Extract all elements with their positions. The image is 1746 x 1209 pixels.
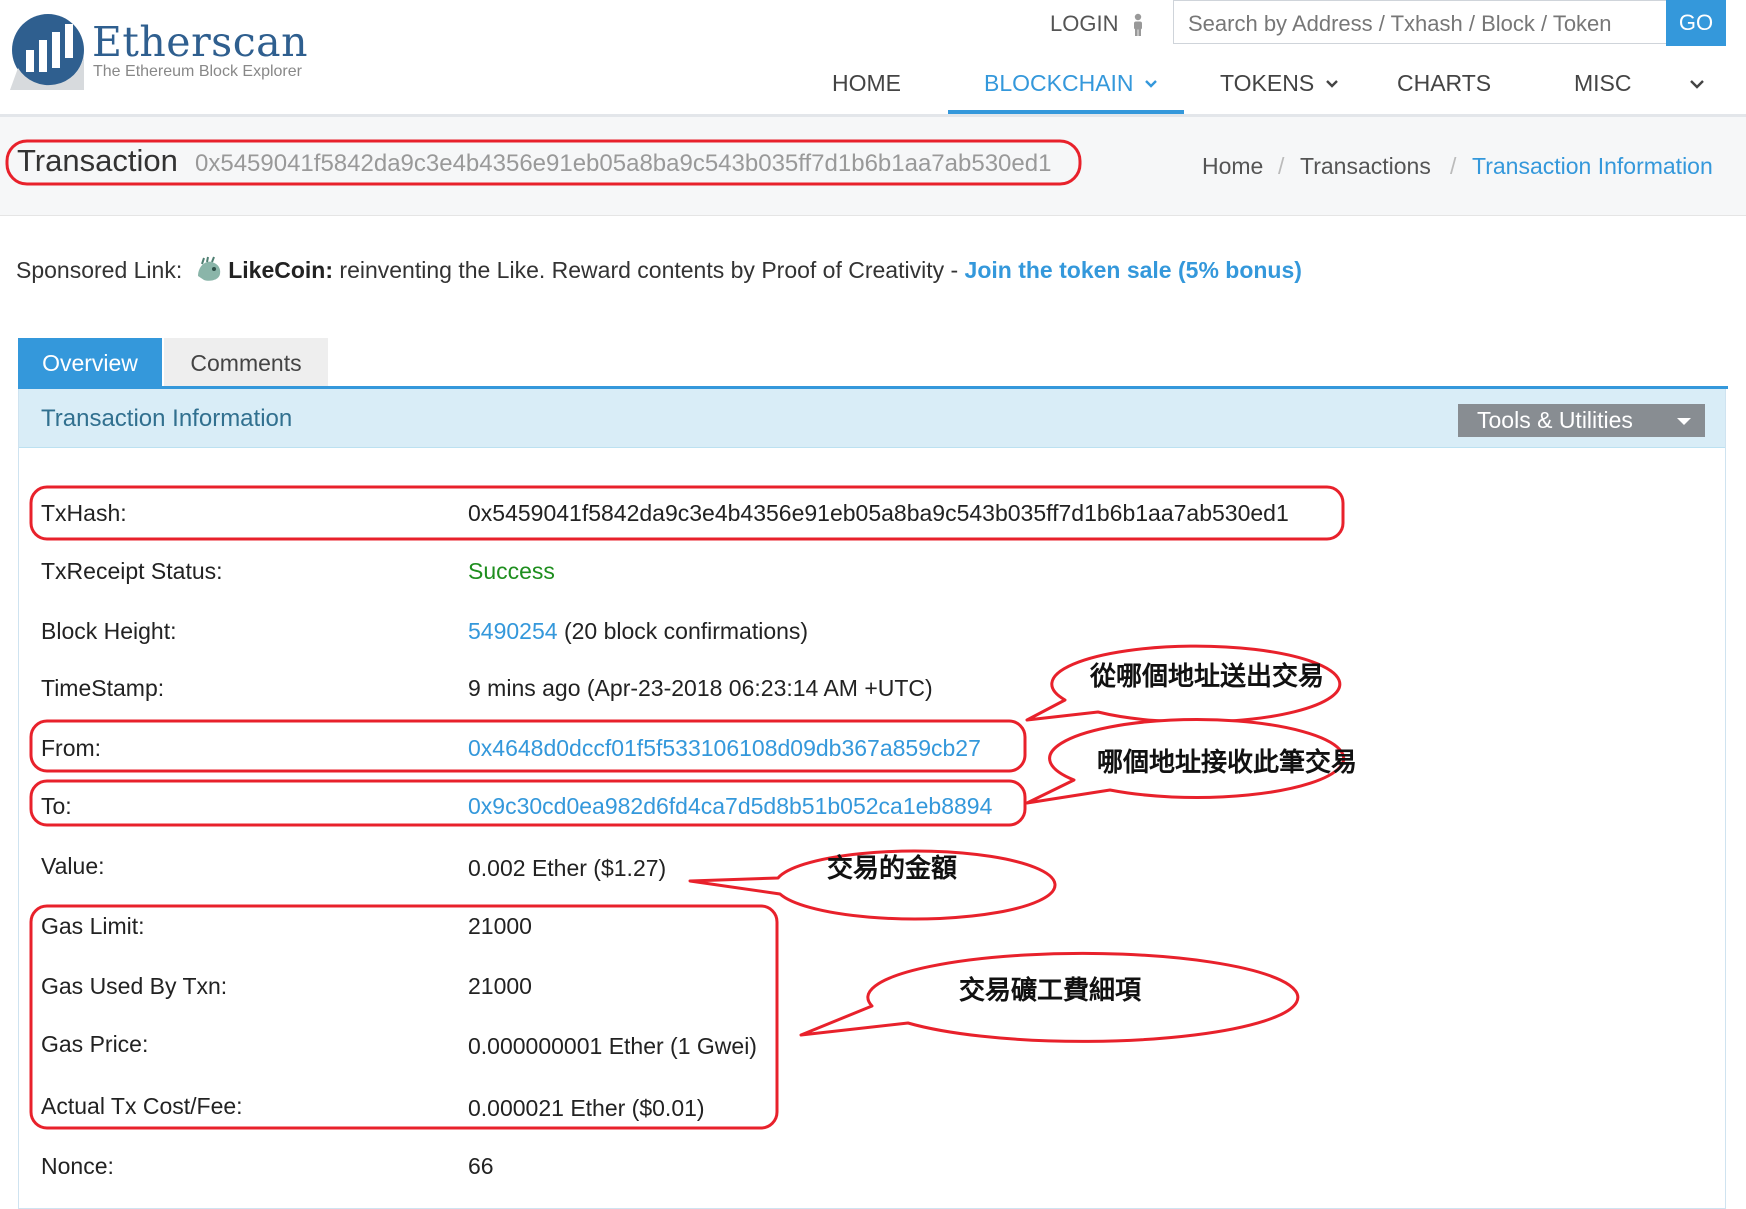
block-height-link[interactable]: 5490254 [468,618,558,644]
gas-limit-value: 21000 [468,913,532,939]
chevron-down-icon [1145,80,1157,88]
nav-active-underline [948,110,1184,114]
sponsored-cta-link[interactable]: Join the token sale (5% bonus) [965,257,1302,283]
breadcrumb-home[interactable]: Home [1202,153,1263,180]
sponsored-label: Sponsored Link: [16,257,183,283]
from-label: From: [41,735,102,761]
nav-misc[interactable]: MISC [1574,70,1632,97]
txhash-value: 0x5459041f5842da9c3e4b4356e91eb05a8ba9c5… [468,500,1289,526]
tools-utilities-label: Tools & Utilities [1477,407,1633,433]
go-button[interactable]: GO [1666,0,1726,46]
timestamp-label: TimeStamp: [41,675,165,701]
nonce-value: 66 [468,1153,494,1179]
user-icon[interactable] [1130,13,1146,37]
chevron-down-icon [1325,80,1338,88]
nav-home[interactable]: HOME [832,70,901,97]
block-confirmations: (20 block confirmations) [563,618,809,644]
page-title: Transaction [17,143,178,178]
sponsored-link: Sponsored Link: LikeCoin: reinventing th… [16,256,1302,284]
block-height-label: Block Height: [41,618,177,644]
from-address-link[interactable]: 0x4648d0dccf01f5f533106108d09db367a859cb… [468,735,981,762]
nav-blockchain-label: BLOCKCHAIN [984,70,1134,96]
search-input[interactable]: Search by Address / Txhash / Block / Tok… [1188,11,1612,37]
tools-utilities-button[interactable]: Tools & Utilities [1458,404,1705,437]
logo-name[interactable]: Etherscan [92,18,308,66]
nav-tokens-label: TOKENS [1220,70,1315,96]
to-label: To: [41,793,72,819]
logo-tagline: The Ethereum Block Explorer [93,63,302,80]
status-value: Success [468,558,555,584]
tx-fee-label: Actual Tx Cost/Fee: [41,1093,243,1119]
gas-limit-label: Gas Limit: [41,913,145,939]
gas-used-value: 21000 [468,973,532,999]
caret-down-icon [1677,418,1691,425]
gas-price-label: Gas Price: [41,1031,149,1057]
gas-price-value: 0.000000001 Ether (1 Gwei) [468,1033,757,1059]
likecoin-icon [198,256,221,281]
value-amount: 0.002 Ether ($1.27) [468,855,667,881]
sponsored-text: reinventing the Like. Reward contents by… [339,257,959,283]
timestamp-value: 9 mins ago (Apr-23-2018 06:23:14 AM +UTC… [468,675,933,701]
gas-used-label: Gas Used By Txn: [41,973,228,999]
nav-blockchain[interactable]: BLOCKCHAIN [984,70,1158,97]
panel-title: Transaction Information [41,405,293,432]
tab-comments[interactable]: Comments [164,338,328,388]
chevron-down-icon[interactable] [1689,79,1705,90]
tx-fee-value: 0.000021 Ether ($0.01) [468,1095,705,1121]
nonce-label: Nonce: [41,1153,114,1179]
breadcrumb-current: Transaction Information [1472,153,1713,179]
breadcrumb-transactions[interactable]: Transactions [1300,153,1431,180]
value-label: Value: [41,853,105,879]
txhash-label: TxHash: [41,500,127,526]
login-link[interactable]: LOGIN [1050,11,1118,37]
search-box[interactable]: Search by Address / Txhash / Block / Tok… [1173,0,1667,44]
sponsored-brand: LikeCoin: [228,257,334,283]
page-title-hash: 0x5459041f5842da9c3e4b4356e91eb05a8ba9c5… [195,150,1052,177]
etherscan-logo-icon[interactable] [10,10,86,90]
block-height-row: 5490254 (20 block confirmations) [468,618,808,645]
to-address-link[interactable]: 0x9c30cd0ea982d6fd4ca7d5d8b51b052ca1eb88… [468,793,992,820]
breadcrumb-separator: / [1450,153,1457,179]
nav-charts[interactable]: CHARTS [1397,70,1491,97]
tab-overview[interactable]: Overview [18,338,162,388]
status-label: TxReceipt Status: [41,558,223,584]
breadcrumb-separator: / [1278,153,1285,179]
nav-tokens[interactable]: TOKENS [1220,70,1339,97]
